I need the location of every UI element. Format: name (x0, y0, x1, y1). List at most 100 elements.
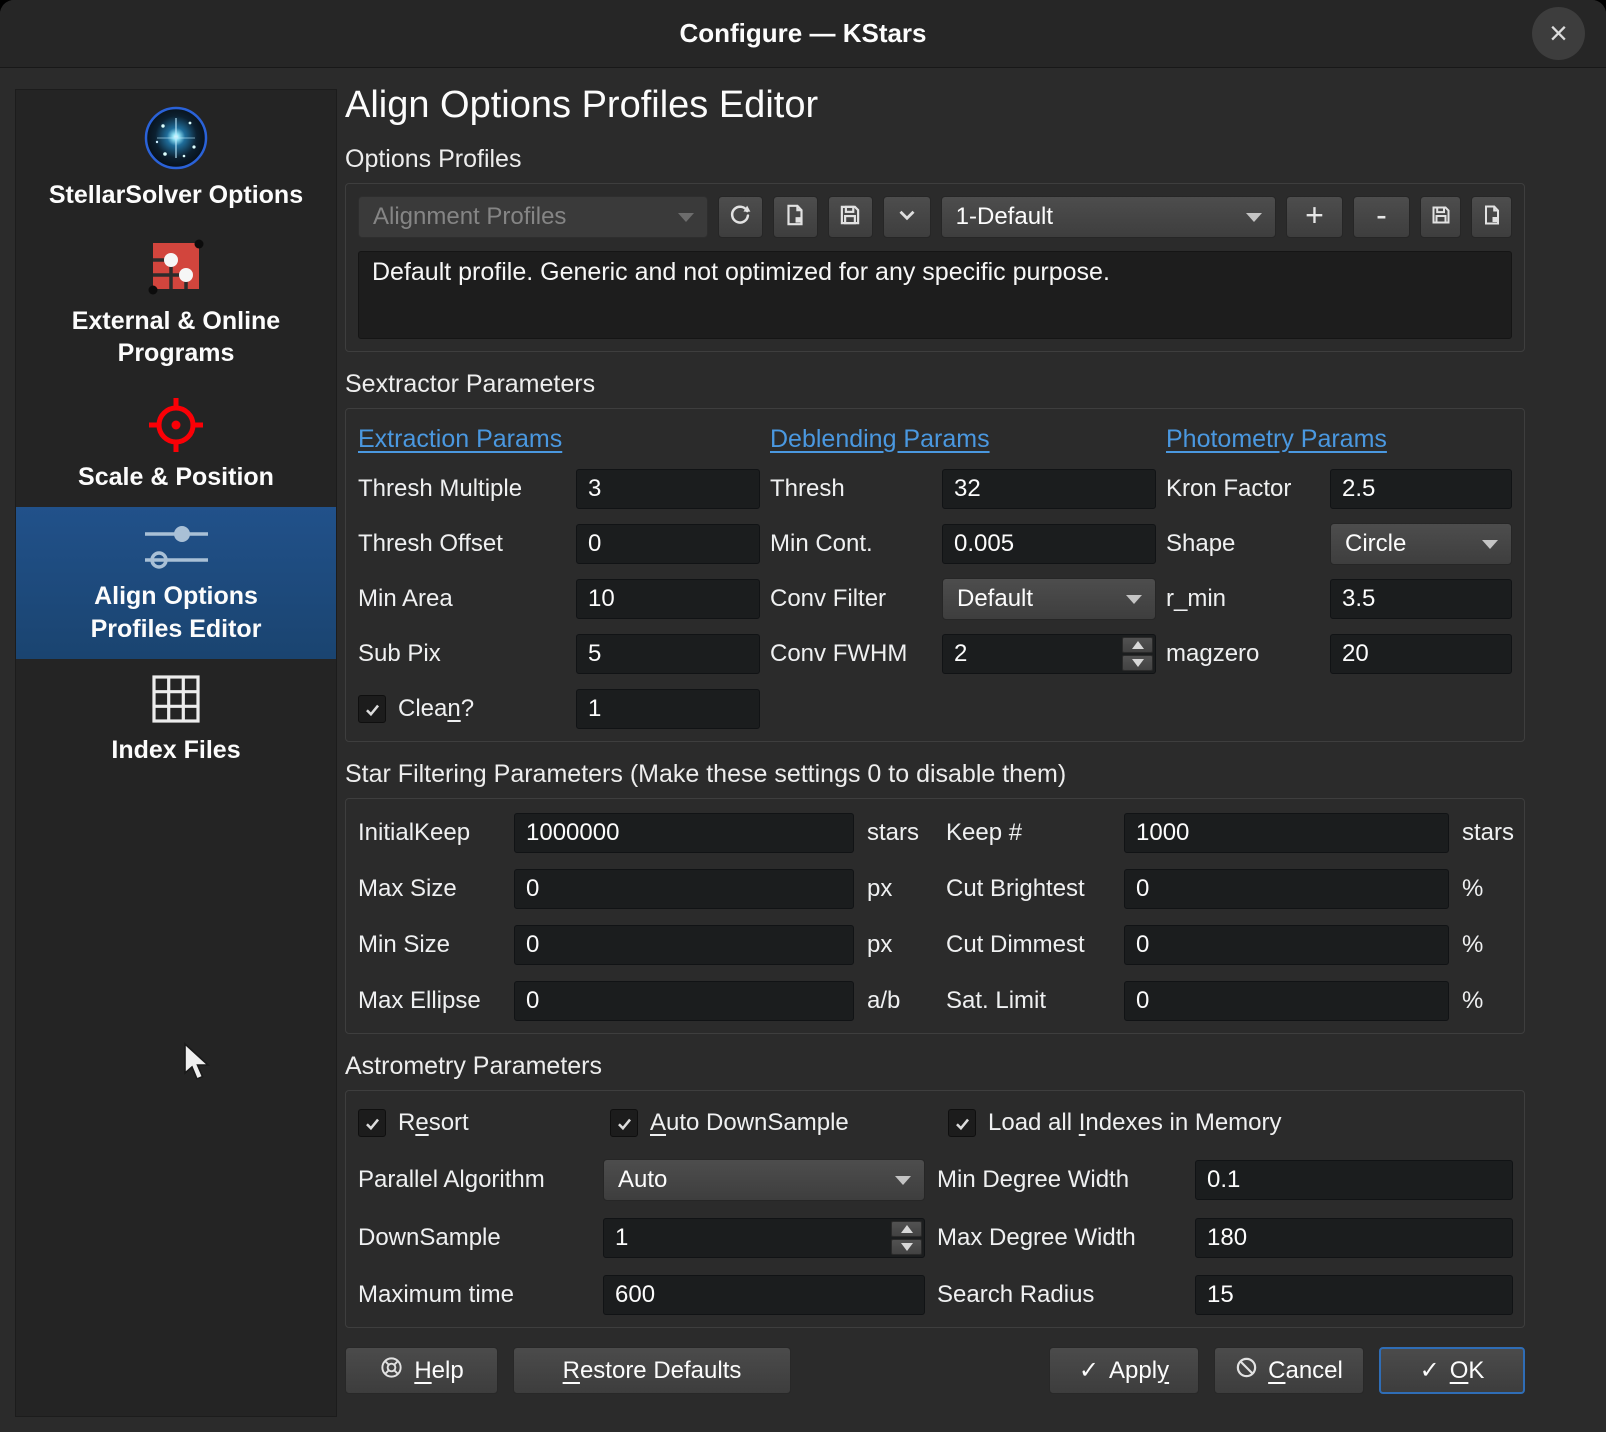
spin-down-button[interactable] (891, 1239, 922, 1255)
field-label: Parallel Algorithm (358, 1166, 603, 1194)
reload-profiles-button[interactable] (718, 196, 763, 238)
sidebar-item-label: External & Online Programs (47, 305, 305, 370)
restore-defaults-label: Restore Defaults (563, 1357, 742, 1385)
auto-downsample-checkbox[interactable] (610, 1109, 638, 1137)
spin-up-button[interactable] (1122, 637, 1153, 653)
load-profile-file-button[interactable] (773, 196, 818, 238)
ok-button[interactable]: ✓ OK (1379, 1347, 1525, 1394)
shape-combo[interactable]: Circle (1330, 523, 1512, 565)
min-size-field[interactable]: 0 (514, 925, 854, 965)
field-value: 2.5 (1342, 475, 1375, 503)
sat-limit-field[interactable]: 0 (1124, 981, 1449, 1021)
sidebar-item-scale-position[interactable]: Scale & Position (16, 384, 336, 508)
label-mnemonic: n (447, 695, 460, 722)
cancel-button[interactable]: Cancel (1214, 1347, 1364, 1394)
form-row: Thresh Offset 0 (358, 524, 760, 564)
star-filtering-groupbox: InitialKeep 1000000 stars Keep # 1000 st… (345, 798, 1525, 1034)
unit-label: % (1449, 987, 1508, 1015)
save-profile-button[interactable] (1420, 196, 1461, 238)
remove-profile-button[interactable]: - (1353, 196, 1410, 238)
conv-fwhm-spinbox[interactable]: 2 (942, 634, 1156, 674)
parallel-algorithm-combo[interactable]: Auto (603, 1159, 925, 1201)
profile-description[interactable]: Default profile. Generic and not optimiz… (358, 251, 1512, 339)
sidebar-item-stellarsolver-options[interactable]: StellarSolver Options (16, 94, 336, 226)
deblending-params-link[interactable]: Deblending Params (770, 425, 1156, 454)
extraction-params-link[interactable]: Extraction Params (358, 425, 760, 454)
crosshair-icon (26, 396, 326, 454)
min-degree-width-field[interactable]: 0.1 (1195, 1160, 1513, 1200)
resort-checkbox[interactable] (358, 1109, 386, 1137)
close-button[interactable]: × (1532, 7, 1585, 60)
profile-select-combo[interactable]: 1-Default (941, 196, 1276, 238)
initialkeep-field[interactable]: 1000000 (514, 813, 854, 853)
label-part: Clea (398, 695, 447, 722)
load-indexes-checkbox[interactable] (948, 1109, 976, 1137)
field-label: Keep # (934, 819, 1124, 847)
sub-pix-field[interactable]: 5 (576, 634, 760, 674)
stellarsolver-icon (26, 106, 326, 172)
sidebar-item-align-options-profiles-editor[interactable]: Align Options Profiles Editor (16, 507, 336, 659)
field-value: 0 (526, 875, 539, 903)
thresh-offset-field[interactable]: 0 (576, 524, 760, 564)
label-part: Appl (1109, 1357, 1157, 1384)
label-mnemonic: H (414, 1357, 431, 1384)
options-profiles-section-label: Options Profiles (345, 145, 1525, 174)
load-indexes-checkbox-item[interactable]: Load all Indexes in Memory (948, 1109, 1282, 1137)
shape-combo-value: Circle (1345, 530, 1406, 558)
field-value: 0.005 (954, 530, 1014, 558)
apply-button[interactable]: ✓ Apply (1049, 1347, 1199, 1394)
help-button[interactable]: Help (345, 1347, 498, 1394)
auto-downsample-checkbox-item[interactable]: Auto DownSample (610, 1109, 948, 1137)
downsample-spinbox[interactable]: 1 (603, 1218, 925, 1258)
options-profiles-groupbox: Alignment Profiles 1-Default (345, 183, 1525, 352)
titlebar[interactable]: Configure — KStars × (0, 0, 1606, 68)
field-label: Shape (1166, 530, 1330, 558)
cut-brightest-field[interactable]: 0 (1124, 869, 1449, 909)
max-ellipse-field[interactable]: 0 (514, 981, 854, 1021)
max-degree-width-field[interactable]: 180 (1195, 1218, 1513, 1258)
max-size-field[interactable]: 0 (514, 869, 854, 909)
deblend-thresh-field[interactable]: 32 (942, 469, 1156, 509)
resort-checkbox-item[interactable]: Resort (358, 1109, 610, 1137)
magzero-field[interactable]: 20 (1330, 634, 1512, 674)
field-label: DownSample (358, 1224, 603, 1252)
export-profile-button[interactable] (1471, 196, 1512, 238)
label-mnemonic: e (415, 1109, 428, 1136)
photometry-params-link[interactable]: Photometry Params (1166, 425, 1512, 454)
kron-factor-field[interactable]: 2.5 (1330, 469, 1512, 509)
sidebar-item-external-online-programs[interactable]: External & Online Programs (16, 226, 336, 384)
save-profiles-button[interactable] (828, 196, 873, 238)
keep-count-field[interactable]: 1000 (1124, 813, 1449, 853)
spin-up-button[interactable] (891, 1221, 922, 1237)
label-part: estore Defaults (580, 1357, 741, 1384)
maximum-time-field[interactable]: 600 (603, 1275, 925, 1315)
clean-value-field[interactable]: 1 (576, 689, 760, 729)
restore-defaults-button[interactable]: Restore Defaults (513, 1347, 791, 1394)
search-radius-field[interactable]: 15 (1195, 1275, 1513, 1315)
unit-label: px (854, 875, 934, 903)
form-row: Thresh 32 (770, 469, 1156, 509)
min-area-field[interactable]: 10 (576, 579, 760, 619)
expand-profiles-button[interactable] (883, 196, 931, 238)
field-label: Max Ellipse (358, 987, 514, 1015)
page-title: Align Options Profiles Editor (345, 84, 1525, 127)
field-label: InitialKeep (358, 819, 514, 847)
min-cont-field[interactable]: 0.005 (942, 524, 1156, 564)
thresh-multiple-field[interactable]: 3 (576, 469, 760, 509)
conv-filter-combo[interactable]: Default (942, 578, 1156, 620)
add-profile-button[interactable]: + (1286, 196, 1343, 238)
field-label: Conv FWHM (770, 640, 942, 668)
unit-label: % (1449, 931, 1508, 959)
check-icon: ✓ (1420, 1356, 1440, 1385)
chevron-down-icon (1482, 540, 1498, 549)
r-min-field[interactable]: 3.5 (1330, 579, 1512, 619)
spin-down-button[interactable] (1122, 655, 1153, 671)
label-mnemonic: C (1268, 1357, 1285, 1384)
refresh-icon (727, 202, 753, 233)
sidebar-item-index-files[interactable]: Index Files (16, 659, 336, 781)
field-label: Kron Factor (1166, 475, 1330, 503)
clean-checkbox[interactable] (358, 695, 386, 723)
field-value: 1000 (1136, 819, 1189, 847)
label-part: ndexes in Memory (1085, 1109, 1281, 1136)
cut-dimmest-field[interactable]: 0 (1124, 925, 1449, 965)
